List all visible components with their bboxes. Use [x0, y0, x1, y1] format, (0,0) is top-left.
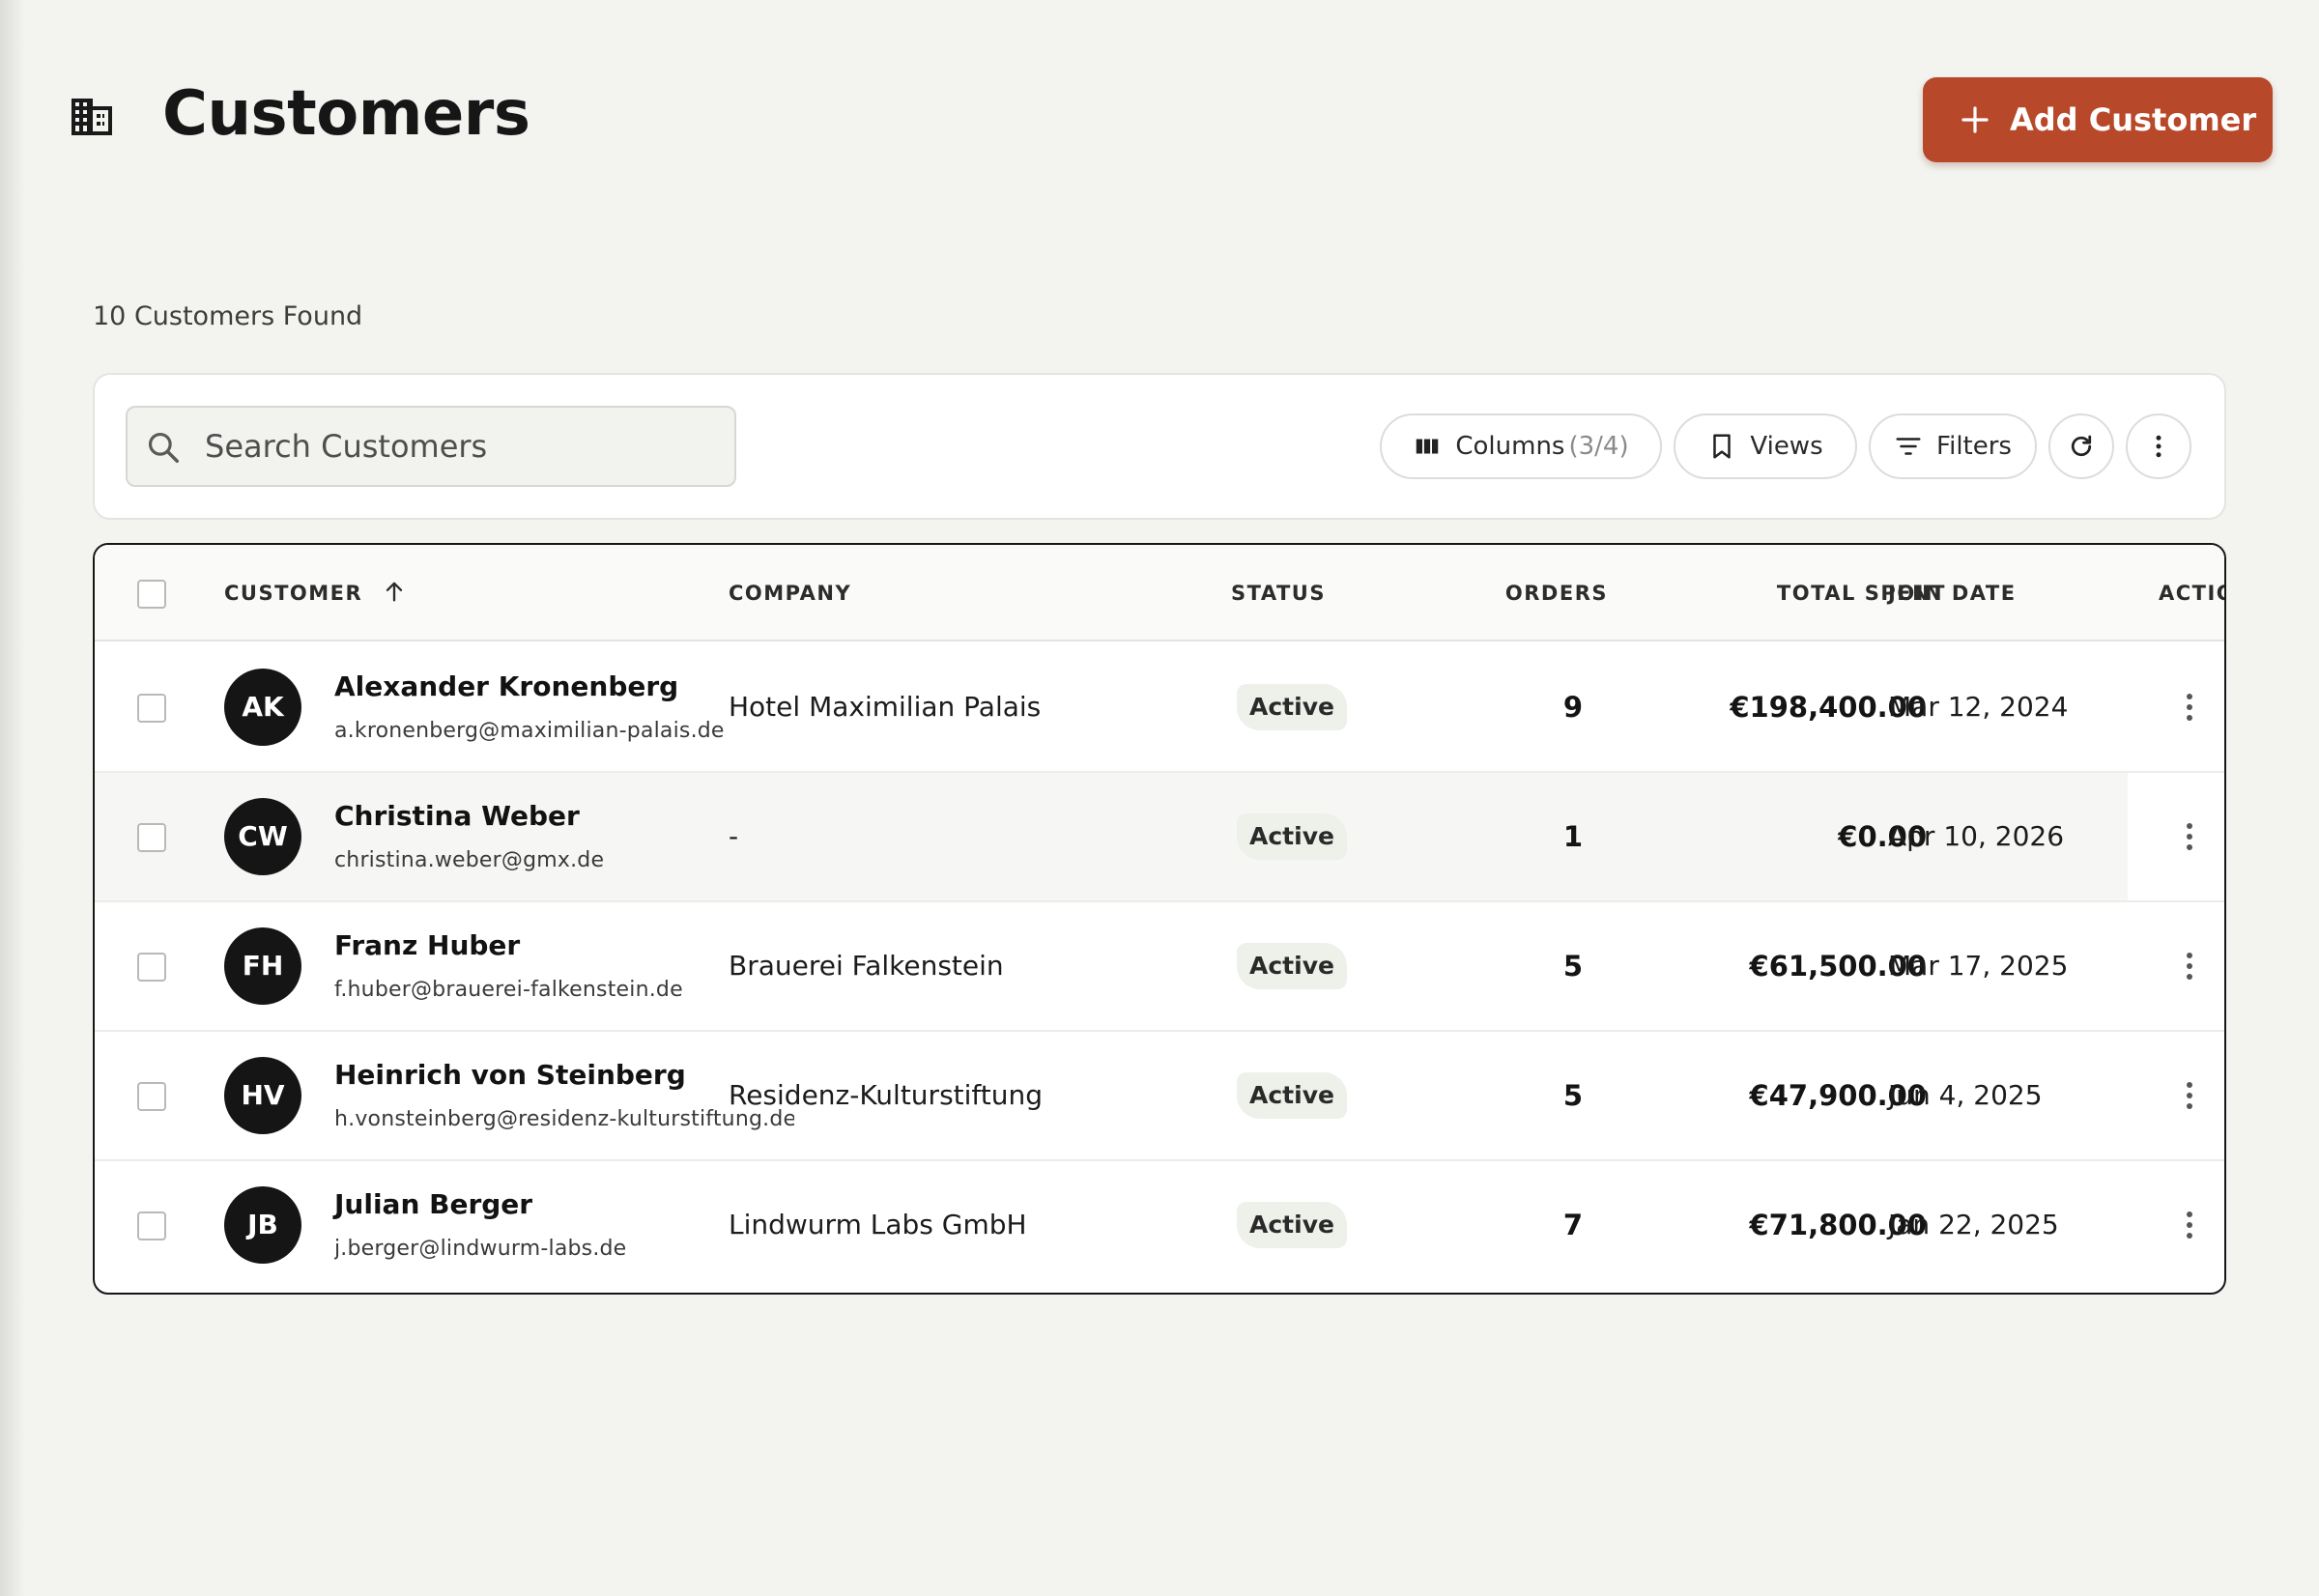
customer-name[interactable]: Franz Huber — [334, 929, 520, 961]
avatar: JB — [224, 1186, 301, 1264]
avatar: FH — [224, 927, 301, 1005]
more-vertical-icon — [2187, 823, 2192, 850]
table-row[interactable]: JB Julian Berger j.berger@lindwurm-labs.… — [95, 1161, 2224, 1291]
company-name: Brauerei Falkenstein — [729, 950, 1004, 982]
more-vertical-icon — [2187, 1082, 2192, 1109]
columns-label: Columns — [1455, 432, 1565, 461]
customer-email: h.vonsteinberg@residenz-kulturstiftung.d… — [334, 1107, 794, 1131]
more-vertical-icon — [2187, 694, 2192, 721]
customer-name[interactable]: Julian Berger — [334, 1188, 532, 1220]
orders-count: 1 — [1562, 820, 1583, 853]
avatar: AK — [224, 669, 301, 746]
company-name: - — [729, 820, 739, 852]
views-button[interactable]: Views — [1674, 413, 1857, 479]
add-customer-label: Add Customer — [2010, 101, 2257, 138]
join-date: Apr 10, 2026 — [1888, 820, 2065, 852]
customer-email: a.kronenberg@maximilian-palais.de — [334, 719, 725, 743]
total-spent: €47,900.00 — [1749, 1079, 1927, 1112]
add-customer-button[interactable]: Add Customer — [1923, 77, 2273, 162]
filters-label: Filters — [1936, 432, 2012, 461]
columns-count: (3/4) — [1568, 432, 1629, 461]
status-badge: Active — [1237, 684, 1347, 730]
orders-count: 5 — [1562, 950, 1583, 983]
column-header-company[interactable]: COMPANY — [729, 545, 851, 641]
row-actions-button[interactable] — [2170, 1074, 2209, 1117]
total-spent: €61,500.00 — [1749, 950, 1927, 983]
row-checkbox[interactable] — [137, 1211, 166, 1240]
more-vertical-icon — [2187, 953, 2192, 980]
search-input[interactable] — [205, 408, 727, 485]
company-name: Residenz-Kulturstiftung — [729, 1079, 1044, 1111]
columns-button[interactable]: Columns (3/4) — [1380, 413, 1662, 479]
customer-name[interactable]: Alexander Kronenberg — [334, 670, 678, 702]
join-date: Mar 17, 2025 — [1888, 950, 2069, 982]
join-date: Mar 12, 2024 — [1888, 691, 2069, 723]
customers-table: CUSTOMER COMPANY STATUS ORDERS TOTAL SPE… — [93, 543, 2226, 1295]
customer-name[interactable]: Heinrich von Steinberg — [334, 1059, 686, 1091]
join-date: Jan 22, 2025 — [1888, 1209, 2059, 1240]
table-toolbar: Columns(3/4) Views Filters — [93, 373, 2226, 520]
column-header-orders[interactable]: ORDERS — [1447, 545, 1608, 641]
page-title: Customers — [162, 78, 530, 150]
row-checkbox[interactable] — [137, 953, 166, 982]
status-badge: Active — [1237, 1202, 1347, 1248]
plus-icon — [1961, 106, 1989, 133]
company-name: Hotel Maximilian Palais — [729, 691, 1042, 723]
join-date: Jun 4, 2025 — [1888, 1079, 2043, 1111]
row-checkbox[interactable] — [137, 823, 166, 852]
status-badge: Active — [1237, 943, 1347, 989]
views-label: Views — [1750, 432, 1823, 461]
search-box — [126, 406, 736, 487]
orders-count: 9 — [1562, 691, 1583, 724]
search-icon — [148, 432, 179, 463]
row-checkbox[interactable] — [137, 694, 166, 723]
company-name: Lindwurm Labs GmbH — [729, 1209, 1027, 1240]
row-checkbox[interactable] — [137, 1082, 166, 1111]
more-options-button[interactable] — [2126, 413, 2191, 479]
more-vertical-icon — [2187, 1211, 2192, 1239]
row-actions-button[interactable] — [2170, 815, 2209, 858]
customer-name[interactable]: Christina Weber — [334, 800, 580, 832]
columns-icon — [1417, 439, 1439, 454]
table-header: CUSTOMER COMPANY STATUS ORDERS TOTAL SPE… — [95, 545, 2224, 641]
table-row[interactable]: HV Heinrich von Steinberg h.vonsteinberg… — [95, 1032, 2224, 1161]
column-header-status[interactable]: STATUS — [1231, 545, 1326, 641]
column-header-join-date[interactable]: JOIN DATE — [1888, 545, 2017, 641]
row-actions-button[interactable] — [2170, 686, 2209, 728]
column-header-customer[interactable]: CUSTOMER — [224, 545, 408, 641]
orders-count: 5 — [1562, 1079, 1583, 1112]
select-all-checkbox[interactable] — [137, 580, 166, 609]
row-actions-button[interactable] — [2170, 945, 2209, 987]
table-row[interactable]: AK Alexander Kronenberg a.kronenberg@max… — [95, 643, 2224, 773]
total-spent: €0.00 — [1838, 820, 1927, 853]
customer-email: christina.weber@gmx.de — [334, 848, 605, 872]
window-edge-shadow — [0, 0, 25, 1596]
column-header-customer-label: CUSTOMER — [224, 582, 363, 605]
bookmark-icon — [1713, 434, 1732, 459]
customer-email: j.berger@lindwurm-labs.de — [334, 1237, 627, 1261]
orders-count: 7 — [1562, 1209, 1583, 1241]
customer-email: f.huber@brauerei-falkenstein.de — [334, 978, 683, 1002]
table-row[interactable]: FH Franz Huber f.huber@brauerei-falkenst… — [95, 902, 2224, 1032]
row-actions-button[interactable] — [2170, 1204, 2209, 1246]
avatar: HV — [224, 1057, 301, 1134]
total-spent: €198,400.00 — [1730, 691, 1927, 724]
total-spent: €71,800.00 — [1749, 1209, 1927, 1241]
status-badge: Active — [1237, 813, 1347, 860]
avatar: CW — [224, 798, 301, 875]
result-count: 10 Customers Found — [93, 301, 363, 331]
building-icon — [72, 99, 112, 135]
status-badge: Active — [1237, 1072, 1347, 1119]
filters-button[interactable]: Filters — [1869, 413, 2037, 479]
table-row[interactable]: CW Christina Weber christina.weber@gmx.d… — [95, 773, 2224, 902]
refresh-icon — [2071, 435, 2092, 457]
filter-icon — [1896, 438, 1921, 455]
column-header-actions: ACTIONS — [2159, 582, 2224, 605]
refresh-button[interactable] — [2048, 413, 2114, 479]
arrow-up-icon — [386, 582, 403, 602]
page-header: Customers Add Customer — [0, 0, 2319, 193]
more-vertical-icon — [2156, 435, 2162, 458]
